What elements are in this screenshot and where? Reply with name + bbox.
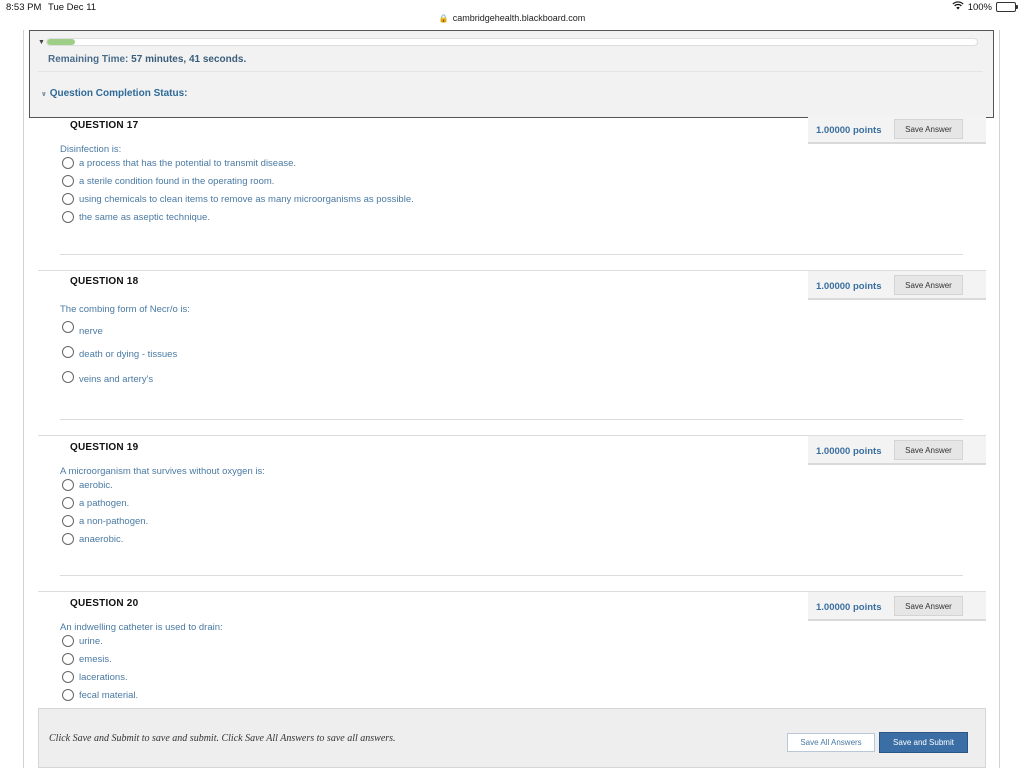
radio-button[interactable] [62,157,74,169]
question-prompt: A microorganism that survives without ox… [60,466,265,477]
question-divider [60,419,963,420]
save-answer-button[interactable]: Save Answer [894,440,963,460]
option-label: urine. [79,635,103,647]
completion-label: Question Completion Status: [49,88,188,99]
radio-button[interactable] [62,193,74,205]
question-completion-status[interactable]: ∨ Question Completion Status: [41,88,187,99]
answer-option[interactable]: emesis. [62,653,112,665]
url-text: cambridgehealth.blackboard.com [452,13,586,23]
radio-button[interactable] [62,211,74,223]
question-divider [60,575,963,576]
radio-button[interactable] [62,175,74,187]
points-box: 1.00000 points Save Answer [808,271,986,300]
chevron-down-icon: ∨ [41,91,47,98]
radio-button[interactable] [62,653,74,665]
option-label: a sterile condition found in the operati… [79,175,275,187]
points-value: 1.00000 points [816,446,882,457]
submit-bar: Click Save and Submit to save and submit… [38,708,986,768]
save-answer-button[interactable]: Save Answer [894,596,963,616]
radio-button[interactable] [62,346,74,358]
answer-option[interactable]: a non-pathogen. [62,515,148,527]
answer-option[interactable]: the same as aseptic technique. [62,211,210,223]
radio-button[interactable] [62,479,74,491]
radio-button[interactable] [62,497,74,509]
save-all-answers-button[interactable]: Save All Answers [787,733,875,752]
ios-status-bar: 8:53 PM Tue Dec 11 100% [0,0,1024,14]
status-time: 8:53 PM [6,2,42,13]
question-prompt: Disinfection is: [60,144,122,155]
battery-icon [996,2,1018,12]
radio-button[interactable] [62,689,74,701]
save-answer-button[interactable]: Save Answer [894,119,963,139]
answer-option[interactable]: a process that has the potential to tran… [62,157,296,169]
battery-percent: 100% [967,1,992,13]
points-box: 1.00000 points Save Answer [808,436,986,465]
question-title: QUESTION 20 [70,598,139,609]
points-value: 1.00000 points [816,602,882,613]
timer-panel: ▼ Remaining Time: 57 minutes, 41 seconds… [29,30,994,118]
option-label: aerobic. [79,479,113,491]
question-block-18: QUESTION 18 1.00000 points Save Answer T… [38,270,986,435]
radio-button[interactable] [62,671,74,683]
answer-option[interactable]: a pathogen. [62,497,129,509]
question-divider [60,254,963,255]
answer-option[interactable]: lacerations. [62,671,128,683]
question-title: QUESTION 17 [70,120,139,131]
option-label: emesis. [79,653,112,665]
status-right: 100% [952,1,1018,13]
status-date: Tue Dec 11 [48,2,97,13]
url-bar[interactable]: 🔒 cambridgehealth.blackboard.com [0,13,1024,29]
remaining-time: Remaining Time: 57 minutes, 41 seconds. [48,54,246,65]
points-value: 1.00000 points [816,125,882,136]
points-box: 1.00000 points Save Answer [808,592,986,621]
answer-option[interactable]: fecal material. [62,689,138,701]
option-label: nerve [79,325,103,337]
question-block-19: QUESTION 19 1.00000 points Save Answer A… [38,435,986,591]
remaining-time-value: 57 minutes, 41 seconds. [131,54,247,65]
radio-button[interactable] [62,371,74,383]
answer-option[interactable]: nerve [62,321,103,337]
option-label: using chemicals to clean items to remove… [79,193,414,205]
radio-button[interactable] [62,321,74,333]
option-label: a pathogen. [79,497,130,509]
option-label: a process that has the potential to tran… [79,157,297,169]
points-value: 1.00000 points [816,281,882,292]
option-label: lacerations. [79,671,128,683]
submit-instructions: Click Save and Submit to save and submit… [49,733,396,744]
save-answer-button[interactable]: Save Answer [894,275,963,295]
divider [38,71,983,72]
question-block-17: QUESTION 17 1.00000 points Save Answer D… [38,115,986,270]
answer-option[interactable]: aerobic. [62,479,113,491]
option-label: veins and artery's [79,373,154,385]
option-label: a non-pathogen. [79,515,149,527]
question-block-20: QUESTION 20 1.00000 points Save Answer A… [38,591,986,708]
question-title: QUESTION 18 [70,276,139,287]
answer-option[interactable]: urine. [62,635,103,647]
lock-icon: 🔒 [438,14,449,23]
option-label: death or dying - tissues [79,348,178,360]
answer-option[interactable]: a sterile condition found in the operati… [62,175,274,187]
question-title: QUESTION 19 [70,442,139,453]
question-prompt: An indwelling catheter is used to drain: [60,622,223,633]
page-border-left [23,30,24,768]
radio-button[interactable] [62,515,74,527]
progress-bar [46,38,978,46]
page-border-right [999,30,1000,768]
remaining-time-label: Remaining Time: [48,54,129,65]
save-and-submit-button[interactable]: Save and Submit [879,732,968,753]
collapse-caret-icon[interactable]: ▼ [38,39,45,46]
radio-button[interactable] [62,635,74,647]
option-label: fecal material. [79,689,139,701]
answer-option[interactable]: death or dying - tissues [62,346,178,360]
option-label: the same as aseptic technique. [79,211,210,223]
wifi-icon [952,1,964,13]
progress-fill [47,39,75,45]
points-box: 1.00000 points Save Answer [808,115,986,144]
answer-option[interactable]: veins and artery's [62,371,154,385]
question-prompt: The combing form of Necr/o is: [60,304,190,315]
answer-option[interactable]: using chemicals to clean items to remove… [62,193,414,205]
radio-button[interactable] [62,533,74,545]
option-label: anaerobic. [79,533,124,545]
answer-option[interactable]: anaerobic. [62,533,123,545]
